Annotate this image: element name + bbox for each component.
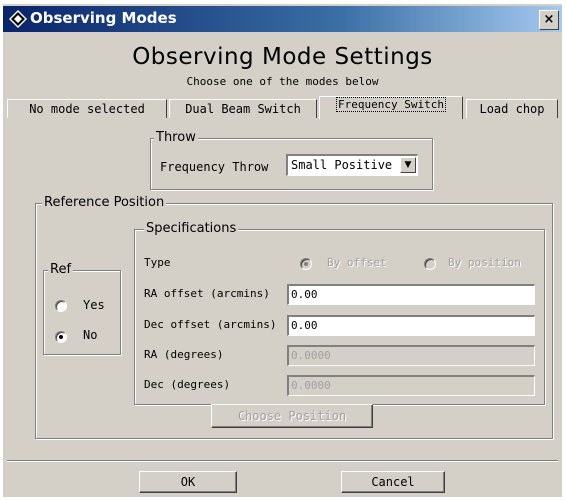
- ref-no-radio[interactable]: [55, 331, 67, 343]
- window-title: Observing Modes: [30, 9, 177, 27]
- tab-load-chop[interactable]: Load chop: [466, 99, 558, 118]
- ra-offset-input[interactable]: 0.00: [287, 284, 535, 305]
- ref-yes-radio[interactable]: [55, 300, 67, 312]
- ra-degrees-label: RA (degrees): [144, 348, 224, 361]
- specifications-legend: Specifications: [144, 221, 239, 236]
- type-label: Type: [144, 256, 171, 269]
- frequency-throw-value: Small Positive: [291, 158, 393, 172]
- observing-modes-window: Observing Modes × Observing Mode Setting…: [3, 4, 562, 497]
- tab-frequency-switch[interactable]: Frequency Switch: [319, 96, 463, 119]
- footer-divider: [7, 460, 558, 462]
- close-button[interactable]: ×: [539, 10, 559, 30]
- ref-group: Ref: [43, 262, 121, 355]
- frequency-throw-select[interactable]: Small Positive ▼: [286, 154, 418, 176]
- page-title: Observing Mode Settings: [132, 44, 433, 70]
- chevron-down-icon[interactable]: ▼: [400, 157, 416, 173]
- ra-offset-label: RA offset (arcmins): [144, 287, 270, 300]
- by-offset-label: By offset: [327, 256, 387, 269]
- by-offset-radio[interactable]: [300, 258, 312, 270]
- ok-button[interactable]: OK: [139, 471, 237, 493]
- tab-no-mode[interactable]: No mode selected: [7, 99, 167, 118]
- title-bar[interactable]: Observing Modes ×: [3, 6, 562, 32]
- cancel-button[interactable]: Cancel: [341, 471, 445, 493]
- ref-yes-label: Yes: [83, 298, 105, 312]
- by-position-label: By position: [448, 256, 521, 269]
- ref-legend: Ref: [48, 262, 74, 277]
- choose-position-button[interactable]: Choose Position: [211, 404, 373, 428]
- dec-offset-label: Dec offset (arcmins): [144, 318, 277, 331]
- app-diamond-icon: [9, 10, 27, 28]
- frequency-throw-label: Frequency Throw: [160, 160, 269, 174]
- dec-offset-input[interactable]: 0.00: [287, 315, 535, 336]
- radio-selected-dot: [59, 335, 63, 339]
- ra-degrees-input[interactable]: 0.0000: [287, 345, 535, 366]
- page-subtitle: Choose one of the modes below: [186, 75, 379, 88]
- tab-frequency-switch-label: Frequency Switch: [336, 97, 446, 112]
- tab-dual-beam-switch[interactable]: Dual Beam Switch: [169, 99, 317, 118]
- by-position-radio[interactable]: [424, 258, 436, 270]
- ref-no-label: No: [83, 328, 98, 342]
- throw-legend: Throw: [154, 130, 198, 145]
- dec-degrees-input[interactable]: 0.0000: [287, 375, 535, 396]
- mode-tabs: No mode selected Dual Beam Switch Freque…: [7, 96, 559, 120]
- reference-position-legend: Reference Position: [42, 195, 167, 210]
- radio-selected-dot: [304, 262, 308, 266]
- dec-degrees-label: Dec (degrees): [144, 378, 231, 391]
